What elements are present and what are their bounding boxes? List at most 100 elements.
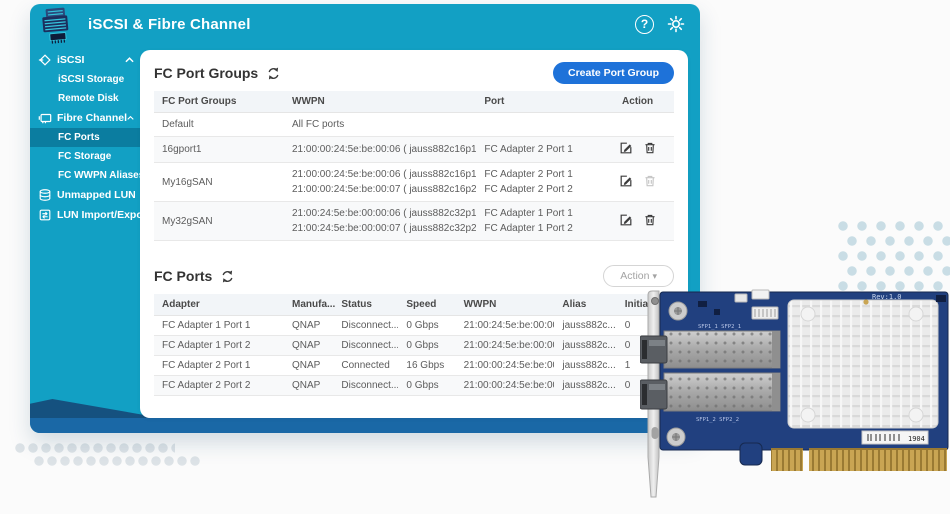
edit-icon[interactable] — [619, 141, 633, 155]
group-wwpn: 21:00:24:5e:be:00:00:06 ( jauss882c32p1 … — [284, 202, 476, 241]
fc-adapter-card-image: 1904 Rev:1.0 SFP1_1 SFP2_1 SFP1_2 SFP2_2 — [640, 285, 950, 500]
port-status: Disconnect... — [333, 316, 398, 336]
page-title: iSCSI & Fibre Channel — [88, 16, 251, 33]
sidebar-item-label: iSCSI Storage — [58, 74, 124, 85]
port-status: Connected — [333, 356, 398, 376]
port-adapter: FC Adapter 1 Port 2 — [154, 336, 284, 356]
decor-dots-top-right — [838, 221, 950, 295]
port-alias: jauss882c... — [554, 316, 616, 336]
group-port: FC Adapter 2 Port 1 FC Adapter 2 Port 2 — [476, 163, 601, 202]
edit-icon[interactable] — [619, 213, 633, 227]
table-row[interactable]: My16gSAN 21:00:00:24:5e:be:00:06 ( jauss… — [154, 163, 674, 202]
app-window: iSCSI & Fibre Channel ? — [30, 4, 700, 433]
sidebar-item-label: FC Ports — [58, 132, 100, 143]
decor-dots-bottom-left-row1 — [15, 443, 175, 453]
table-row[interactable]: My32gSAN 21:00:24:5e:be:00:00:06 ( jauss… — [154, 202, 674, 241]
heatsink — [788, 300, 938, 428]
port-speed: 0 Gbps — [398, 336, 455, 356]
help-icon[interactable]: ? — [635, 15, 654, 34]
port-wwpn: 21:00:24:5e:be:00:00... — [456, 336, 555, 356]
group-port: FC Adapter 1 Port 1 FC Adapter 1 Port 2 — [476, 202, 601, 241]
port-alias: jauss882c... — [554, 356, 616, 376]
iscsi-icon — [38, 53, 52, 67]
sidebar-item-fc-ports[interactable]: FC Ports — [30, 128, 140, 147]
column-header: Status — [333, 294, 398, 316]
app-header: iSCSI & Fibre Channel ? — [30, 4, 700, 44]
lun-import-export-icon — [38, 208, 52, 222]
table-header-row: FC Port Groups WWPN Port Action — [154, 91, 674, 113]
port-manufacturer: QNAP — [284, 356, 333, 376]
gear-icon[interactable] — [666, 14, 686, 34]
port-alias: jauss882c... — [554, 376, 616, 396]
nas-app-icon — [38, 7, 80, 45]
port-speed: 16 Gbps — [398, 356, 455, 376]
sidebar-item-label: Remote Disk — [58, 93, 119, 104]
table-row[interactable]: FC Adapter 1 Port 2 QNAP Disconnect... 0… — [154, 336, 674, 356]
group-wwpn: All FC ports — [284, 113, 476, 137]
column-header: Alias — [554, 294, 616, 316]
group-actions — [601, 202, 674, 241]
port-manufacturer: QNAP — [284, 336, 333, 356]
column-header: WWPN — [456, 294, 555, 316]
table-row[interactable]: 16gport1 21:00:00:24:5e:be:00:06 ( jauss… — [154, 137, 674, 163]
port-adapter: FC Adapter 2 Port 1 — [154, 356, 284, 376]
delete-icon-disabled — [643, 174, 657, 188]
column-header: Action — [601, 91, 674, 113]
sidebar-item-label: LUN Import/Export — [57, 209, 150, 221]
column-header: Adapter — [154, 294, 284, 316]
sidebar-item-lun-import-export[interactable]: LUN Import/Export — [30, 205, 140, 225]
group-wwpn: 21:00:00:24:5e:be:00:06 ( jauss882c16p1 … — [284, 163, 476, 202]
sidebar-item-unmapped-lun[interactable]: Unmapped LUN — [30, 185, 140, 205]
sidebar-item-iscsi-storage[interactable]: iSCSI Storage — [30, 70, 140, 89]
port-manufacturer: QNAP — [284, 376, 333, 396]
action-dropdown-button[interactable]: Action — [603, 265, 674, 287]
table-row[interactable]: FC Adapter 1 Port 1 QNAP Disconnect... 0… — [154, 316, 674, 336]
group-actions — [601, 113, 674, 137]
table-row[interactable]: FC Adapter 2 Port 2 QNAP Disconnect... 0… — [154, 376, 674, 396]
table-row[interactable]: FC Adapter 2 Port 1 QNAP Connected 16 Gb… — [154, 356, 674, 376]
group-name: 16gport1 — [154, 137, 284, 163]
sidebar-item-label: Unmapped LUN — [57, 189, 136, 201]
group-port — [476, 113, 601, 137]
group-actions — [601, 163, 674, 202]
port-speed: 0 Gbps — [398, 376, 455, 396]
create-port-group-button[interactable]: Create Port Group — [553, 62, 674, 84]
sidebar-item-remote-disk[interactable]: Remote Disk — [30, 89, 140, 108]
table-header-row: Adapter Manufa... Status Speed WWPN Alia… — [154, 294, 674, 316]
sidebar-item-fibre-channel[interactable]: Fibre Channel — [30, 108, 140, 128]
refresh-icon[interactable] — [220, 269, 235, 284]
help-glyph: ? — [641, 17, 648, 31]
port-groups-table: FC Port Groups WWPN Port Action Default … — [154, 91, 674, 241]
fc-ports-table: Adapter Manufa... Status Speed WWPN Alia… — [154, 294, 674, 396]
sidebar-item-label: iSCSI — [57, 54, 84, 66]
port-status: Disconnect... — [333, 336, 398, 356]
group-actions — [601, 137, 674, 163]
group-port: FC Adapter 2 Port 1 — [476, 137, 601, 163]
table-row[interactable]: Default All FC ports — [154, 113, 674, 137]
port-manufacturer: QNAP — [284, 316, 333, 336]
group-name: My16gSAN — [154, 163, 284, 202]
sidebar-item-fc-storage[interactable]: FC Storage — [30, 147, 140, 166]
column-header: Port — [476, 91, 601, 113]
port-speed: 0 Gbps — [398, 316, 455, 336]
delete-icon[interactable] — [643, 141, 657, 155]
sidebar-item-fc-wwpn-aliases[interactable]: FC WWPN Aliases — [30, 166, 140, 185]
port-adapter: FC Adapter 1 Port 1 — [154, 316, 284, 336]
port-wwpn: 21:00:00:24:5e:be:00... — [456, 376, 555, 396]
column-header: FC Port Groups — [154, 91, 284, 113]
column-header: WWPN — [284, 91, 476, 113]
delete-icon[interactable] — [643, 213, 657, 227]
port-wwpn: 21:00:24:5e:be:00:00... — [456, 316, 555, 336]
sidebar-item-label: FC WWPN Aliases — [58, 170, 144, 181]
column-header: Manufa... — [284, 294, 333, 316]
edit-icon[interactable] — [619, 174, 633, 188]
sidebar-item-label: FC Storage — [58, 151, 111, 162]
column-header: Speed — [398, 294, 455, 316]
board-sticker-label: 1904 — [908, 435, 925, 443]
sfp-top-label: SFP1_1 SFP2_1 — [698, 324, 741, 330]
refresh-icon[interactable] — [266, 66, 281, 81]
fc-ports-title: FC Ports — [154, 268, 212, 284]
sidebar-item-iscsi[interactable]: iSCSI — [30, 50, 140, 70]
pcie-edge-connector — [771, 448, 947, 471]
page: iSCSI & Fibre Channel ? — [0, 0, 950, 514]
